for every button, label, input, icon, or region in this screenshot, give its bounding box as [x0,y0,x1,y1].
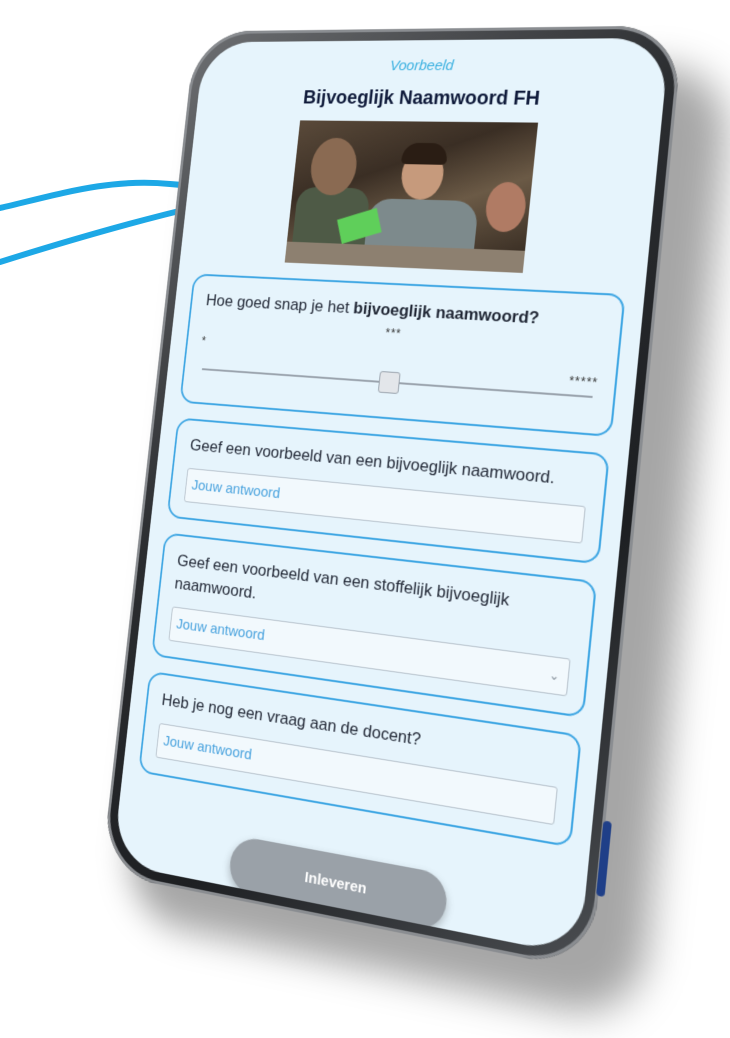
phone-screen: Voorbeeld Bijvoeglijk Naamwoord FH Hoe g… [112,37,670,956]
phone-frame: Voorbeeld Bijvoeglijk Naamwoord FH Hoe g… [101,25,684,972]
form-title: Bijvoeglijk Naamwoord FH [302,87,541,110]
chevron-down-icon[interactable]: ⌄ [547,657,561,694]
answer-placeholder-2: Jouw antwoord [175,615,266,645]
scale-min-label: * [200,334,207,348]
scale-max-label: ***** [568,373,599,391]
phone-device: Voorbeeld Bijvoeglijk Naamwoord FH Hoe g… [101,25,730,1026]
slider-question-card: Hoe goed snap je het bijvoeglijk naamwoo… [179,273,626,438]
slider-thumb[interactable] [377,370,401,395]
preview-tag: Voorbeeld [389,57,455,75]
header-image [284,120,539,273]
